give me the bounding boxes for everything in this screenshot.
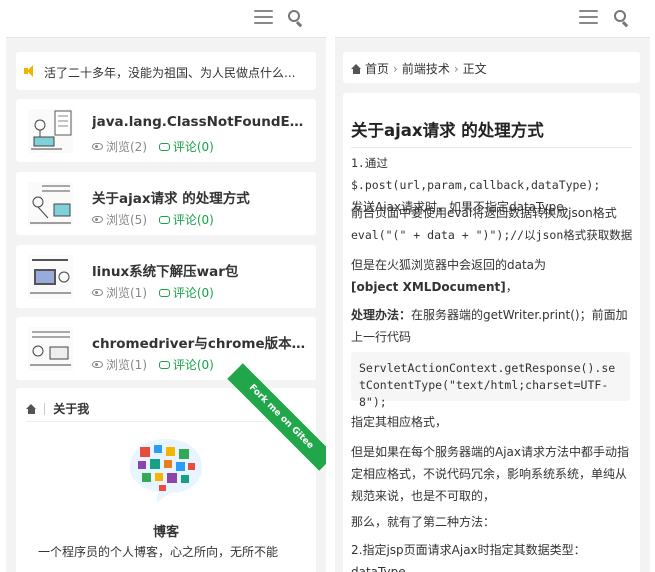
article-content: 关于ajax请求 的处理方式 1.通过$.post(url,param,call…	[343, 93, 640, 572]
comment-count[interactable]: 评论(0)	[173, 213, 214, 227]
article-meta: 浏览(2) 评论(0)	[92, 138, 214, 155]
right-pane: 首页 › 前端技术 › 正文 关于ajax请求 的处理方式 1.通过$.post(url…	[335, 0, 650, 572]
comment-icon	[158, 361, 170, 369]
view-count: 浏览(1)	[106, 286, 147, 300]
article-thumbnail	[28, 109, 73, 153]
divider	[351, 147, 632, 148]
about-card: 关于我 Fork me on Gitee 博客 一个程序员的个人博客，心之所向，…	[16, 363, 326, 572]
blog-name: 博客	[152, 525, 179, 540]
bold-text: [object XMLDocument]	[351, 280, 506, 294]
paragraph-8: 2.指定jsp页面请求Ajax时指定其数据类型：dataType	[351, 543, 586, 572]
eye-icon	[92, 361, 103, 368]
comment-count[interactable]: 评论(0)	[173, 358, 214, 372]
paragraph-5: 指定其相应格式，	[351, 415, 448, 429]
article-item[interactable]: chromedriver与chrome版本映射... 浏览(1) 评论(0)	[16, 317, 316, 380]
article-title[interactable]: linux系统下解压war包	[92, 260, 307, 280]
qr-code-image	[130, 439, 202, 503]
about-heading-label: 关于我	[53, 402, 90, 416]
inline-code: eval("(" + data + ")");//以json格式获取数据	[351, 228, 633, 242]
paragraph-4: 处理办法：在服务器端的getWriter.print()；前面加上一行代码	[351, 304, 634, 348]
article-thumbnail	[28, 182, 73, 226]
code-block: ServletActionContext.getResponse().setCo…	[351, 352, 630, 409]
pane-divider	[326, 0, 335, 572]
comment-count[interactable]: 评论(0)	[173, 286, 214, 300]
breadcrumb: 首页 › 前端技术 › 正文	[343, 52, 640, 83]
breadcrumb-current: 正文	[462, 62, 487, 76]
chevron-right-icon: ›	[453, 62, 459, 76]
blog-bio: 一个程序员的个人博客，心之所向，无所不能	[38, 545, 279, 559]
comment-icon	[158, 216, 170, 224]
divider	[26, 421, 306, 422]
speaker-icon	[24, 65, 36, 77]
article-title[interactable]: chromedriver与chrome版本映射...	[92, 332, 307, 352]
bold-text: 处理办法：	[351, 308, 412, 322]
view-count: 浏览(2)	[106, 140, 147, 154]
paragraph-text: ，	[505, 280, 518, 294]
menu-icon[interactable]	[254, 10, 273, 24]
search-icon[interactable]	[614, 10, 630, 28]
view-count: 浏览(5)	[106, 213, 147, 227]
comment-icon	[158, 289, 170, 297]
left-pane: 活了二十多年，没能为祖国、为人民做点什么... java.lang.ClassN…	[6, 0, 326, 572]
article-thumbnail	[28, 327, 73, 371]
paragraph-7: 那么，就有了第二种方法：	[351, 515, 496, 529]
article-item[interactable]: 关于ajax请求 的处理方式 浏览(5) 评论(0)	[16, 172, 316, 235]
inline-code: 1.通过$.post(url,param,callback,dataType);	[351, 156, 601, 192]
paragraph-6: 但是如果在每个服务器端的Ajax请求方法中都手动指定相应格式，不说代码冗余，影响…	[351, 445, 629, 503]
top-bar	[335, 0, 650, 38]
home-icon	[26, 404, 37, 414]
search-icon[interactable]	[288, 10, 304, 28]
breadcrumb-home[interactable]: 首页	[365, 62, 389, 76]
paragraph-2: 前台页面中要使用eval将返回数据转换成json格式 eval("(" + da…	[351, 202, 634, 246]
breadcrumb-category[interactable]: 前端技术	[402, 62, 450, 76]
paragraph-text: 但是在火狐浏览器中会返回的data为	[351, 258, 547, 272]
notice-bar: 活了二十多年，没能为祖国、为人民做点什么...	[16, 52, 316, 90]
paragraph-text: 前台页面中要使用eval将返回数据转换成json格式	[351, 206, 617, 220]
comment-count[interactable]: 评论(0)	[173, 140, 214, 154]
about-heading: 关于我	[26, 400, 89, 417]
article-meta: 浏览(1) 评论(0)	[92, 356, 214, 373]
home-icon	[351, 64, 362, 74]
article-title[interactable]: 关于ajax请求 的处理方式	[92, 187, 307, 207]
eye-icon	[92, 143, 103, 150]
top-bar	[6, 0, 326, 38]
comment-icon	[158, 143, 170, 151]
notice-text: 活了二十多年，没能为祖国、为人民做点什么...	[44, 66, 296, 80]
article-item[interactable]: java.lang.ClassNotFoundExcep... 浏览(2) 评论…	[16, 99, 316, 162]
view-count: 浏览(1)	[106, 358, 147, 372]
eye-icon	[92, 289, 103, 296]
chevron-right-icon: ›	[393, 62, 398, 76]
article-meta: 浏览(5) 评论(0)	[92, 211, 214, 228]
article-heading: 关于ajax请求 的处理方式	[351, 121, 544, 140]
article-title[interactable]: java.lang.ClassNotFoundExcep...	[92, 114, 307, 130]
eye-icon	[92, 216, 103, 223]
article-meta: 浏览(1) 评论(0)	[92, 284, 214, 301]
menu-icon[interactable]	[579, 10, 598, 24]
article-thumbnail	[28, 255, 73, 299]
article-item[interactable]: linux系统下解压war包 浏览(1) 评论(0)	[16, 245, 316, 308]
paragraph-3: 但是在火狐浏览器中会返回的data为 [object XMLDocument]，	[351, 254, 634, 298]
